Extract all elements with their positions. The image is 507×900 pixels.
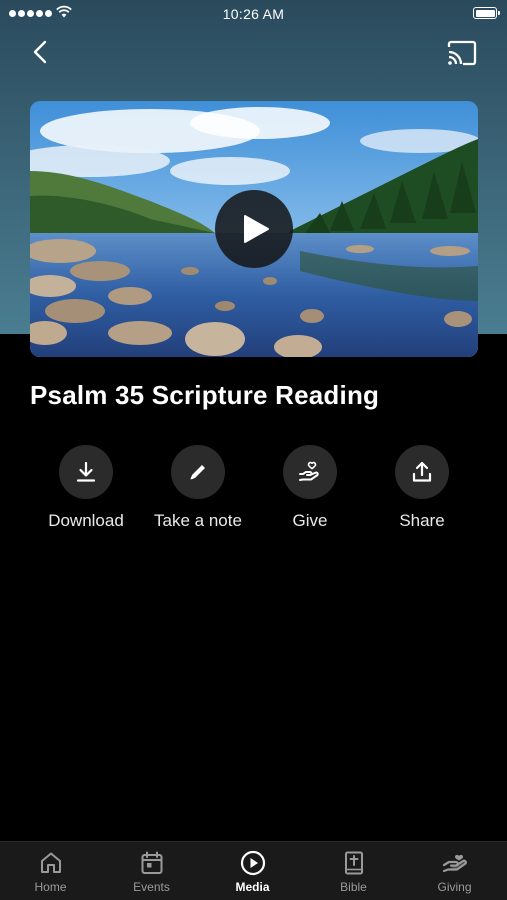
giving-hand-icon — [442, 854, 467, 873]
cast-button[interactable] — [445, 38, 479, 68]
status-time: 10:26 AM — [222, 6, 285, 22]
page-title: Psalm 35 Scripture Reading — [30, 380, 380, 410]
download-label: Download — [48, 511, 124, 530]
take-note-circle — [171, 445, 225, 499]
give-circle — [283, 445, 337, 499]
calendar-icon — [141, 851, 162, 874]
tab-bible[interactable]: Bible — [303, 842, 404, 900]
tab-home-label: Home — [34, 880, 67, 894]
share-icon — [412, 461, 432, 482]
hand-heart-icon — [299, 461, 319, 481]
tab-media[interactable]: Media — [202, 842, 303, 900]
tab-bible-label: Bible — [340, 880, 367, 894]
home-icon — [40, 852, 61, 873]
tab-events[interactable]: Events — [101, 842, 202, 900]
play-icon — [244, 215, 269, 243]
tab-giving-label: Giving — [437, 880, 472, 894]
give-button[interactable]: Give — [254, 445, 366, 531]
play-circle-icon — [240, 850, 265, 876]
back-button[interactable] — [26, 36, 56, 68]
tab-giving[interactable]: Giving — [404, 842, 505, 900]
share-circle — [395, 445, 449, 499]
take-note-button[interactable]: Take a note — [142, 445, 254, 531]
tab-events-label: Events — [133, 880, 170, 894]
status-bar: 10:26 AM — [0, 0, 507, 28]
media-thumbnail[interactable] — [30, 101, 478, 357]
bible-icon — [344, 851, 363, 875]
action-row: Download Take a note Give Share — [30, 445, 477, 545]
pencil-icon — [190, 465, 205, 480]
chevron-left-icon — [33, 40, 47, 64]
download-button[interactable]: Download — [30, 445, 142, 531]
download-circle — [59, 445, 113, 499]
share-button[interactable]: Share — [366, 445, 478, 531]
app-screen: 10:26 AM Psalm 35 Scripture Reading Down… — [0, 0, 507, 900]
tab-media-label: Media — [235, 880, 270, 894]
give-label: Give — [292, 511, 328, 530]
tab-home[interactable]: Home — [0, 842, 101, 900]
take-note-label: Take a note — [154, 511, 242, 530]
cast-icon — [447, 40, 477, 66]
download-icon — [76, 461, 96, 482]
tab-bar: Home Events Media Bible Giving — [0, 841, 507, 900]
play-button[interactable] — [215, 190, 293, 268]
battery-icon — [473, 7, 500, 19]
share-label: Share — [399, 511, 445, 530]
